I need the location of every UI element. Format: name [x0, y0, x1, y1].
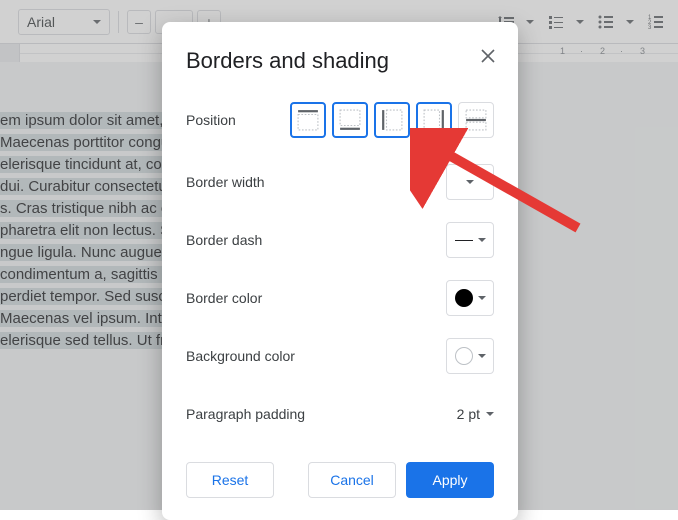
close-icon	[481, 49, 495, 63]
close-button[interactable]	[476, 44, 500, 68]
padding-value: 2 pt	[457, 406, 480, 422]
border-bottom-button[interactable]	[332, 102, 368, 138]
border-width-label: Border width	[186, 174, 265, 190]
chevron-down-icon	[478, 238, 486, 242]
chevron-down-icon	[466, 180, 474, 184]
border-dash-label: Border dash	[186, 232, 262, 248]
color-swatch-white	[455, 347, 473, 365]
paragraph-padding-select[interactable]: 2 pt	[438, 396, 494, 432]
border-between-button[interactable]	[458, 102, 494, 138]
background-color-label: Background color	[186, 348, 295, 364]
paragraph-padding-label: Paragraph padding	[186, 406, 305, 422]
borders-shading-dialog: Borders and shading Position Border wid	[162, 22, 518, 520]
border-left-button[interactable]	[374, 102, 410, 138]
position-label: Position	[186, 112, 236, 128]
border-color-select[interactable]	[446, 280, 494, 316]
border-dash-select[interactable]	[446, 222, 494, 258]
chevron-down-icon	[486, 412, 494, 416]
chevron-down-icon	[478, 354, 486, 358]
dash-solid-icon	[455, 240, 473, 241]
border-top-button[interactable]	[290, 102, 326, 138]
dialog-title: Borders and shading	[186, 48, 494, 74]
color-swatch-black	[455, 289, 473, 307]
background-color-select[interactable]	[446, 338, 494, 374]
reset-button[interactable]: Reset	[186, 462, 274, 498]
position-group	[290, 102, 494, 138]
border-right-button[interactable]	[416, 102, 452, 138]
border-width-select[interactable]	[446, 164, 494, 200]
chevron-down-icon	[478, 296, 486, 300]
apply-button[interactable]: Apply	[406, 462, 494, 498]
dialog-buttons: Reset Cancel Apply	[186, 462, 494, 498]
cancel-button[interactable]: Cancel	[308, 462, 396, 498]
border-color-label: Border color	[186, 290, 262, 306]
